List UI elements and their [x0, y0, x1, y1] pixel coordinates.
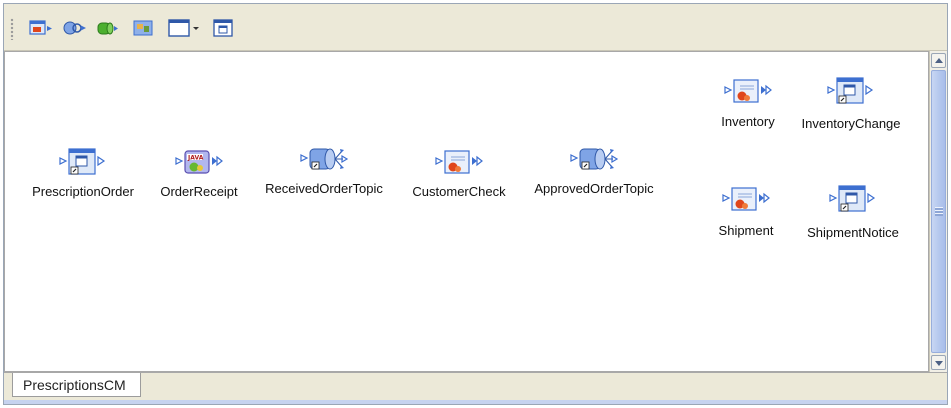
scroll-thumb-grip-icon — [935, 207, 943, 216]
new-document-button[interactable] — [208, 14, 238, 42]
toolbar — [4, 4, 947, 51]
bottom-border — [4, 400, 947, 404]
node-label: PrescriptionOrder — [32, 184, 134, 199]
scroll-down-arrow-icon — [935, 361, 943, 366]
node-label: InventoryChange — [801, 116, 901, 131]
node-label: Shipment — [718, 223, 774, 238]
node-label: OrderReceipt — [160, 184, 238, 199]
document-icon — [213, 19, 233, 37]
scroll-up-arrow-icon — [935, 58, 943, 63]
add-external-application-button[interactable] — [26, 14, 56, 42]
image-icon — [133, 20, 153, 36]
connectivity-map-canvas[interactable] — [4, 51, 929, 372]
scroll-thumb[interactable] — [931, 70, 946, 353]
service-icon — [724, 79, 772, 103]
add-web-service-button[interactable] — [59, 14, 89, 42]
scroll-up-button[interactable] — [931, 53, 946, 68]
toolbar-grip[interactable] — [10, 18, 14, 40]
node-label: CustomerCheck — [412, 184, 506, 199]
svg-text:JAVA: JAVA — [187, 155, 204, 162]
scroll-down-button[interactable] — [931, 355, 946, 370]
database-icon — [97, 22, 118, 35]
service-icon — [435, 150, 483, 174]
window-dropdown-button[interactable] — [162, 14, 204, 42]
service-icon — [722, 187, 770, 211]
topic-icon — [570, 148, 619, 170]
tab-prescriptionscm[interactable]: PrescriptionsCM — [12, 373, 141, 397]
node-label: ApprovedOrderTopic — [534, 181, 654, 196]
topic-icon — [300, 148, 349, 170]
external-document-icon — [827, 77, 874, 104]
node-label: Inventory — [721, 114, 775, 129]
external-app-icon — [29, 20, 52, 35]
external-document-icon — [829, 185, 876, 212]
add-image-button[interactable] — [128, 14, 158, 42]
tab-bar: PrescriptionsCM — [4, 372, 947, 400]
web-service-icon — [63, 21, 86, 35]
external-document-icon — [59, 148, 106, 175]
node-label: ReceivedOrderTopic — [265, 181, 383, 196]
java-service-icon: JAVA — [175, 150, 223, 174]
add-database-button[interactable] — [92, 14, 122, 42]
vertical-scrollbar[interactable] — [929, 51, 947, 372]
node-label: ShipmentNotice — [807, 225, 899, 240]
window-dropdown-icon — [168, 19, 199, 37]
